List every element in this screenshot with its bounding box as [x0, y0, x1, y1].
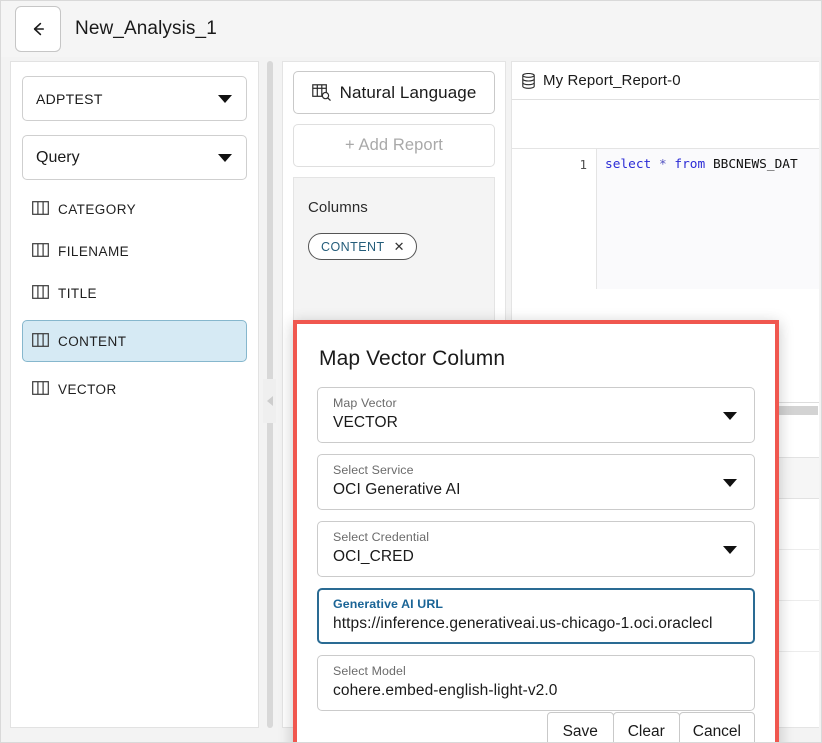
columns-card-title: Columns [308, 199, 480, 216]
chevron-down-icon [723, 412, 737, 420]
sql-token-select: select [605, 157, 651, 172]
map-vector-label: Map Vector [333, 396, 714, 412]
dialog-title: Map Vector Column [319, 347, 755, 371]
tab-my-report-report-0[interactable]: My Report_Report-0 [522, 72, 681, 89]
columns-icon [32, 243, 49, 260]
application-window: New_Analysis_1 ADPTEST Query [0, 0, 822, 743]
sql-editor[interactable]: 1 select * from BBCNEWS_DAT [512, 149, 819, 289]
chevron-down-icon [218, 154, 232, 162]
save-button[interactable]: Save [547, 712, 614, 743]
object-type-select[interactable]: Query [22, 135, 247, 180]
generative-ai-url-label: Generative AI URL [333, 597, 713, 613]
list-item-vector[interactable]: VECTOR [22, 374, 247, 404]
workspace: ADPTEST Query CATEGORY [1, 57, 822, 743]
sql-token-table: BBCNEWS_DAT [713, 157, 798, 172]
select-model-label: Select Model [333, 664, 714, 680]
chevron-down-icon [723, 479, 737, 487]
schema-select[interactable]: ADPTEST [22, 76, 247, 121]
column-list: CATEGORY FILENAME [11, 194, 258, 404]
page-title: New_Analysis_1 [75, 18, 217, 40]
back-button[interactable] [15, 6, 61, 52]
cancel-button[interactable]: Cancel [679, 712, 755, 743]
splitter-collapse-button[interactable] [263, 379, 276, 423]
clear-button[interactable]: Clear [613, 712, 680, 743]
database-icon [522, 73, 535, 89]
list-item-label: VECTOR [58, 382, 117, 397]
editor-gutter: 1 [512, 149, 597, 289]
select-credential-value: OCI_CRED [333, 546, 714, 568]
select-credential-label: Select Credential [333, 530, 714, 546]
list-item-label: CATEGORY [58, 202, 136, 217]
columns-icon [32, 333, 49, 350]
columns-icon [32, 285, 49, 302]
column-chip-content[interactable]: CONTENT ✕ [308, 233, 417, 260]
map-vector-select[interactable]: Map Vector VECTOR [317, 387, 755, 443]
natural-language-label: Natural Language [340, 83, 477, 103]
chevron-down-icon [723, 546, 737, 554]
select-service-select[interactable]: Select Service OCI Generative AI [317, 454, 755, 510]
schema-select-value: ADPTEST [36, 91, 103, 107]
list-item-category[interactable]: CATEGORY [22, 194, 247, 224]
add-report-button[interactable]: + Add Report [293, 124, 495, 167]
object-browser-panel: ADPTEST Query CATEGORY [10, 61, 259, 728]
add-report-label: + Add Report [345, 136, 443, 155]
column-chip-label: CONTENT [321, 240, 385, 254]
table-search-icon [312, 84, 331, 101]
app-header: New_Analysis_1 [1, 1, 822, 57]
list-item-label: FILENAME [58, 244, 129, 259]
list-item-filename[interactable]: FILENAME [22, 236, 247, 266]
object-type-select-value: Query [36, 149, 80, 167]
arrow-left-icon [28, 19, 48, 39]
dialog-body: Map Vector Column Map Vector VECTOR Sele… [297, 324, 775, 743]
map-vector-column-dialog: Map Vector Column Map Vector VECTOR Sele… [293, 320, 779, 743]
list-item-title[interactable]: TITLE [22, 278, 247, 308]
dialog-actions: Save Clear Cancel [547, 712, 755, 743]
tab-label: My Report_Report-0 [543, 72, 681, 89]
chevron-left-icon [267, 396, 273, 406]
select-model-field[interactable]: Select Model cohere.embed-english-light-… [317, 655, 755, 711]
select-model-value: cohere.embed-english-light-v2.0 [333, 680, 714, 702]
select-service-label: Select Service [333, 463, 714, 479]
sql-token-from: from [674, 157, 705, 172]
panel-splitter[interactable] [263, 61, 276, 728]
editor-toolbar [512, 100, 819, 149]
columns-icon [32, 201, 49, 218]
natural-language-button[interactable]: Natural Language [293, 71, 495, 114]
select-service-value: OCI Generative AI [333, 479, 714, 501]
sql-token-star: * [659, 157, 667, 172]
generative-ai-url-value: https://inference.generativeai.us-chicag… [333, 613, 713, 635]
chevron-down-icon [218, 95, 232, 103]
line-number: 1 [579, 157, 587, 172]
select-credential-select[interactable]: Select Credential OCI_CRED [317, 521, 755, 577]
sql-code-line[interactable]: select * from BBCNEWS_DAT [597, 149, 819, 289]
close-icon[interactable]: ✕ [394, 240, 405, 253]
list-item-label: CONTENT [58, 334, 126, 349]
columns-icon [32, 381, 49, 398]
report-tabbar: My Report_Report-0 [512, 62, 819, 100]
list-item-label: TITLE [58, 286, 97, 301]
generative-ai-url-field[interactable]: Generative AI URL https://inference.gene… [317, 588, 755, 644]
list-item-content[interactable]: CONTENT [22, 320, 247, 362]
map-vector-value: VECTOR [333, 412, 714, 434]
